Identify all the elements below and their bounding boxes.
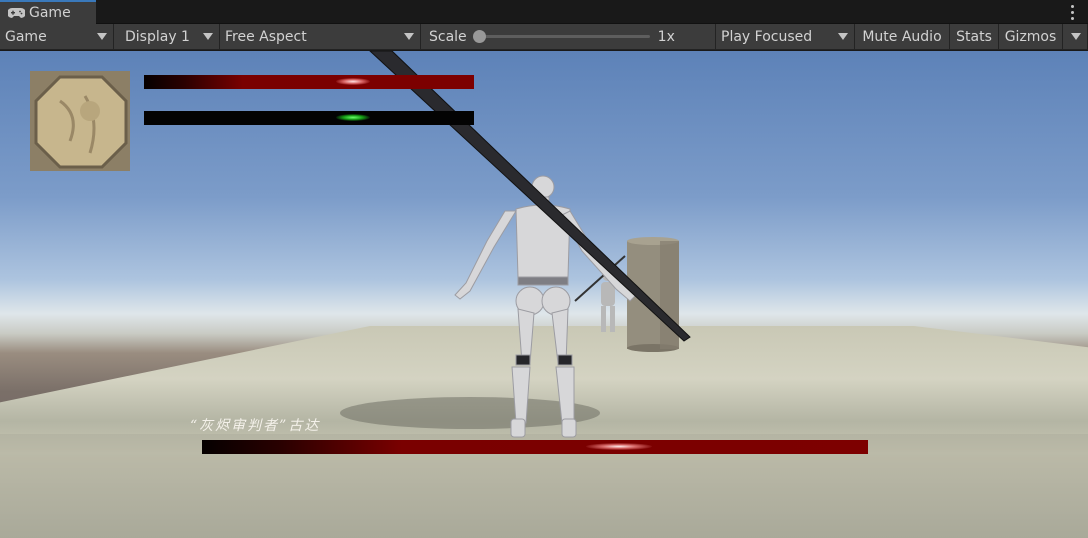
tab-label: Game <box>29 5 71 21</box>
player-portrait <box>30 71 130 171</box>
aspect-dropdown-label: Free Aspect <box>225 28 307 45</box>
scale-slider[interactable] <box>472 30 650 43</box>
gamepad-icon <box>8 8 25 18</box>
chevron-down-icon <box>1071 33 1081 40</box>
game-view-toolbar: Game Display 1 Free Aspect Scale 1x Play… <box>0 24 1088 50</box>
mute-audio-label: Mute Audio <box>862 28 942 45</box>
gizmos-button[interactable]: Gizmos <box>999 24 1063 49</box>
play-focused-dropdown[interactable]: Play Focused <box>716 24 855 49</box>
display-dropdown[interactable]: Display 1 <box>114 24 220 49</box>
chevron-down-icon <box>838 33 848 40</box>
kebab-menu-icon[interactable] <box>1068 3 1076 21</box>
aspect-dropdown[interactable]: Free Aspect <box>220 24 421 49</box>
stats-label: Stats <box>956 28 992 45</box>
game-viewport[interactable]: “灰烬审判者”古达 <box>0 51 1088 538</box>
play-focused-label: Play Focused <box>721 28 813 45</box>
health-bar-glow <box>336 78 370 85</box>
stone-portrait-icon <box>30 71 130 171</box>
tab-strip: Game <box>0 0 1088 24</box>
game-view-dropdown[interactable]: Game <box>0 24 114 49</box>
player-health-bar <box>144 75 474 89</box>
gizmos-label: Gizmos <box>1004 28 1057 45</box>
scale-value: 1x <box>657 28 675 45</box>
mute-audio-button[interactable]: Mute Audio <box>855 24 950 49</box>
chevron-down-icon <box>97 33 107 40</box>
chevron-down-icon <box>404 33 414 40</box>
scale-label: Scale <box>429 28 467 45</box>
boss-name: “灰烬审判者”古达 <box>190 418 321 434</box>
scale-slider-thumb[interactable] <box>472 30 486 43</box>
display-dropdown-label: Display 1 <box>125 28 190 45</box>
boss-health-glow <box>586 443 652 450</box>
boss-health-bar <box>202 440 868 454</box>
stamina-bar-glow <box>336 114 370 121</box>
scale-control: Scale 1x <box>421 24 716 49</box>
chevron-down-icon <box>203 33 213 40</box>
tab-game[interactable]: Game <box>0 0 96 24</box>
player-stamina-bar <box>144 111 474 125</box>
gizmos-dropdown[interactable] <box>1063 24 1088 49</box>
stats-button[interactable]: Stats <box>950 24 999 49</box>
game-view-dropdown-label: Game <box>5 28 47 45</box>
